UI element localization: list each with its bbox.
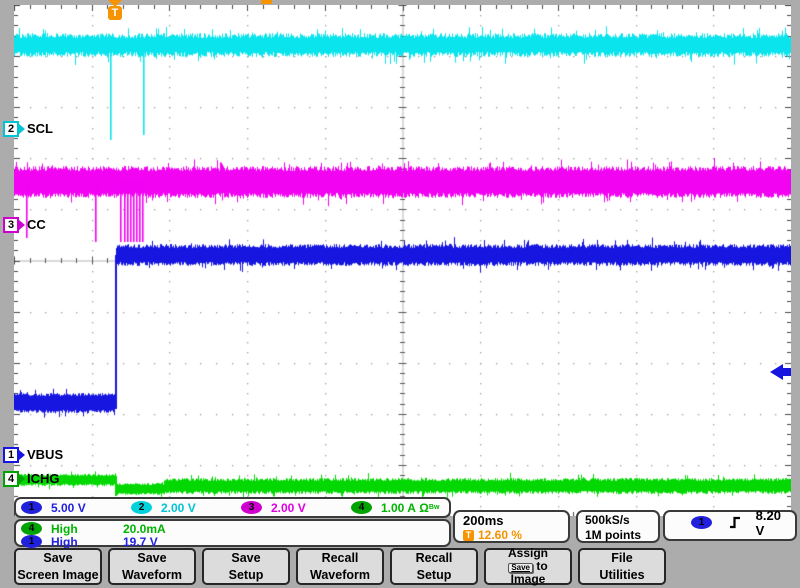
- channel4-ground-marker[interactable]: 4 ICHG: [3, 470, 60, 487]
- channel2-badge: 2: [3, 121, 19, 137]
- ch3-scale-value: 2.00 V: [271, 501, 306, 515]
- channel4-label: ICHG: [27, 471, 60, 486]
- bottom-menu: Save Screen Image Save Waveform Save Set…: [14, 548, 666, 585]
- file-utilities-button[interactable]: File Utilities: [578, 548, 666, 585]
- bandwidth-limit-indicator: Bw: [429, 504, 440, 511]
- measurement-name: High: [51, 522, 123, 536]
- trigger-level-marker[interactable]: [770, 364, 791, 380]
- ch4-scale-value: 1.00 A ΩBw: [381, 501, 439, 515]
- channel3-badge: 3: [3, 217, 19, 233]
- ch1-badge-icon: 1: [21, 535, 42, 548]
- trigger-position-value: 12.60 %: [478, 528, 522, 542]
- channel1-badge: 1: [3, 447, 19, 463]
- save-setup-button[interactable]: Save Setup: [202, 548, 290, 585]
- horizontal-readout: 200ms T 12.60 %: [453, 510, 570, 543]
- acquisition-readout: 500kS/s 1M points: [576, 510, 660, 543]
- trigger-level-arrow-icon: [770, 364, 783, 380]
- measurement-value: 20.0mA: [123, 522, 166, 536]
- waveform-display-area: [14, 5, 791, 516]
- measurement-row-ch1: 1 High 19.7 V: [21, 535, 449, 548]
- record-length-value: 1M points: [585, 528, 658, 543]
- ch2-badge-icon: 2: [131, 501, 152, 514]
- channel2-marker-arrow-icon: [19, 124, 25, 134]
- ch3-badge-icon: 3: [241, 501, 262, 514]
- horizontal-scale-value: 200ms: [463, 513, 568, 528]
- trigger-position-readout: T 12.60 %: [463, 528, 568, 542]
- channel1-ground-marker[interactable]: 1 VBUS: [3, 446, 63, 463]
- sample-rate-value: 500kS/s: [585, 513, 658, 528]
- ch3-scale-readout[interactable]: 3 2.00 V: [241, 501, 351, 515]
- ch4-badge-icon: 4: [351, 501, 372, 514]
- ohm-symbol: Ω: [419, 501, 429, 515]
- rising-edge-icon: [728, 515, 740, 530]
- channel2-ground-marker[interactable]: 2 SCL: [3, 120, 53, 137]
- channel4-marker-arrow-icon: [19, 474, 25, 484]
- ch1-badge-icon: 1: [21, 501, 42, 514]
- waveform-canvas: [14, 5, 791, 516]
- trigger-level-arrow-tail: [783, 368, 791, 376]
- trigger-readout: 1 8.20 V: [663, 510, 797, 541]
- ch1-scale-readout[interactable]: 1 5.00 V: [21, 501, 131, 515]
- expansion-point-marker: [261, 0, 272, 4]
- channel2-label: SCL: [27, 121, 53, 136]
- channel4-badge: 4: [3, 471, 19, 487]
- trigger-source-badge: 1: [691, 516, 712, 529]
- ch4-badge-icon: 4: [21, 522, 42, 535]
- measurement-value: 19.7 V: [123, 535, 158, 549]
- trigger-t-icon: T: [463, 530, 474, 541]
- trigger-level-value: 8.20 V: [756, 508, 787, 538]
- save-screen-image-button[interactable]: Save Screen Image: [14, 548, 102, 585]
- channel-scales-readout: 1 5.00 V 2 2.00 V 3 2.00 V 4 1.00 A ΩBw: [14, 497, 451, 518]
- trigger-position-marker[interactable]: T: [108, 0, 122, 7]
- ch1-scale-value: 5.00 V: [51, 501, 86, 515]
- channel3-marker-arrow-icon: [19, 220, 25, 230]
- measurements-readout: 4 High 20.0mA 1 High 19.7 V: [14, 519, 451, 547]
- channel3-ground-marker[interactable]: 3 CC: [3, 216, 46, 233]
- trigger-t-icon: T: [108, 6, 122, 20]
- measurement-name: High: [51, 535, 123, 549]
- ch4-scale-readout[interactable]: 4 1.00 A ΩBw: [351, 501, 439, 515]
- ch2-scale-readout[interactable]: 2 2.00 V: [131, 501, 241, 515]
- oscilloscope-screen: T 2 SCL 3 CC 1 VBUS 4 ICHG 1 5.00 V 2 2.…: [0, 0, 800, 588]
- assign-save-to-image-button[interactable]: Assign Save to Image: [484, 548, 572, 585]
- channel3-label: CC: [27, 217, 46, 232]
- save-waveform-button[interactable]: Save Waveform: [108, 548, 196, 585]
- channel1-marker-arrow-icon: [19, 450, 25, 460]
- measurement-row-ch4: 4 High 20.0mA: [21, 522, 449, 535]
- ch2-scale-value: 2.00 V: [161, 501, 196, 515]
- channel1-label: VBUS: [27, 447, 63, 462]
- recall-waveform-button[interactable]: Recall Waveform: [296, 548, 384, 585]
- recall-setup-button[interactable]: Recall Setup: [390, 548, 478, 585]
